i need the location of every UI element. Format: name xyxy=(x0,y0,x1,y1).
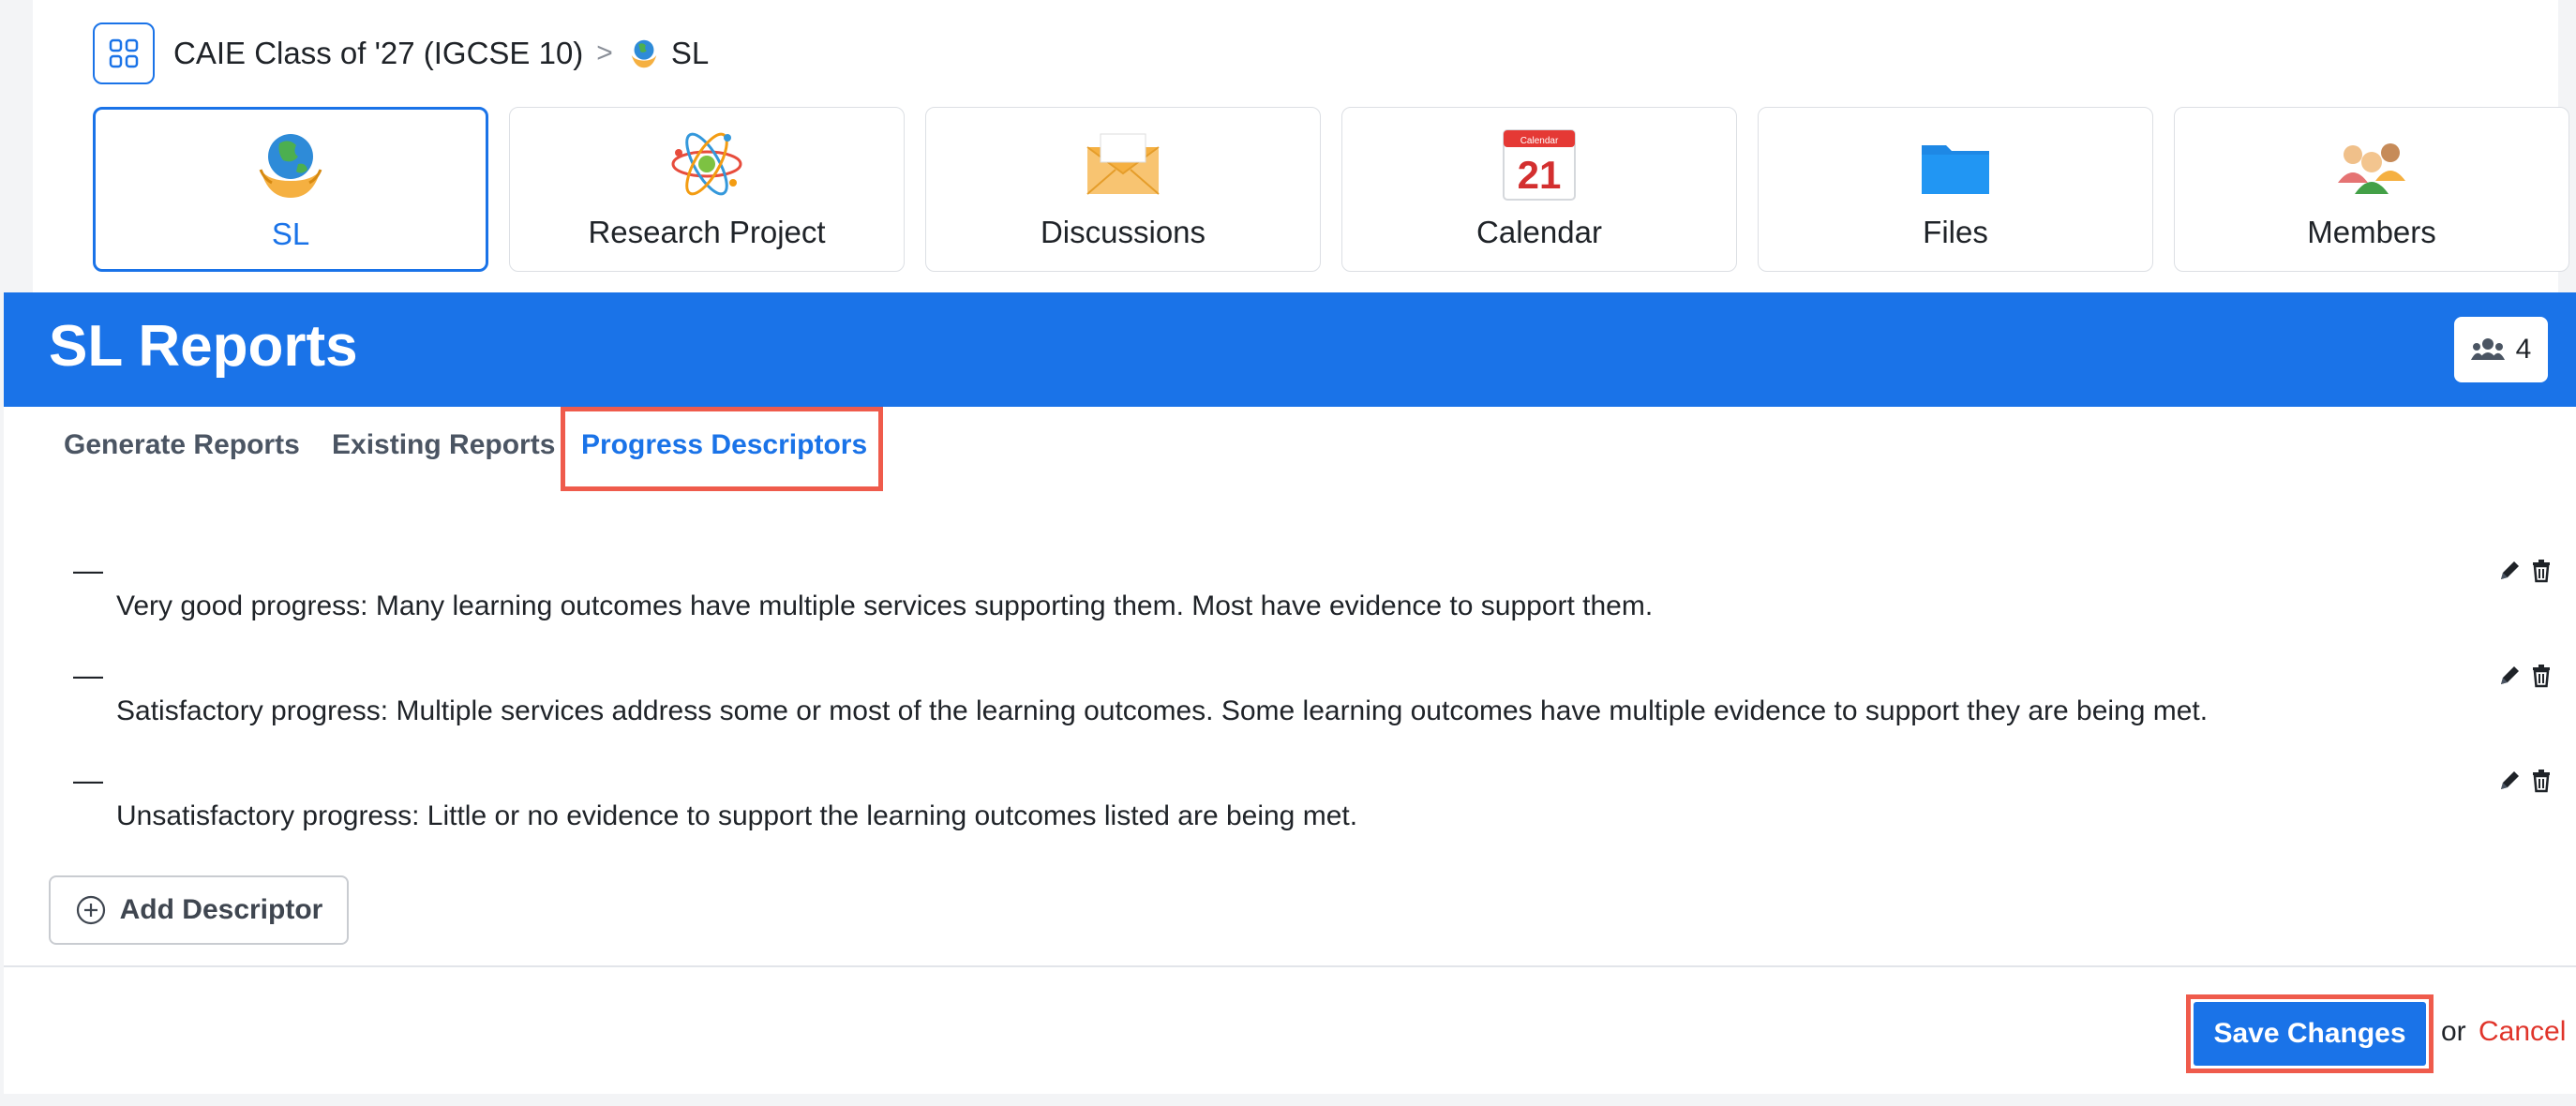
descriptor-item: — Unsatisfactory progress: Little or no … xyxy=(4,763,2576,868)
tab-existing-reports[interactable]: Existing Reports xyxy=(332,429,555,461)
add-descriptor-button[interactable]: Add Descriptor xyxy=(49,875,349,945)
course-tiles: SL Research Project Discussions Calendar… xyxy=(93,107,2569,272)
pencil-icon[interactable] xyxy=(2497,559,2522,583)
people-icon xyxy=(2338,143,2405,194)
plus-circle-icon xyxy=(76,895,105,925)
globe-hands-icon xyxy=(631,39,657,68)
tile-research-project[interactable]: Research Project xyxy=(509,107,905,272)
tile-files[interactable]: Files xyxy=(1758,107,2153,272)
members-count: 4 xyxy=(2515,334,2532,365)
tile-members[interactable]: Members xyxy=(2174,107,2569,272)
breadcrumb: CAIE Class of '27 (IGCSE 10) > SL xyxy=(93,21,709,86)
trash-icon[interactable] xyxy=(2529,664,2554,688)
calendar-day-text: 21 xyxy=(1518,153,1562,197)
descriptor-item: — Satisfactory progress: Multiple servic… xyxy=(4,658,2576,763)
descriptor-actions xyxy=(2497,769,2554,793)
trash-icon[interactable] xyxy=(2529,769,2554,793)
grid-icon xyxy=(109,38,139,68)
descriptor-dash: — xyxy=(73,763,103,797)
breadcrumb-current: SL xyxy=(670,36,710,70)
apps-grid-button[interactable] xyxy=(93,22,155,84)
tile-calendar[interactable]: Calendar 21 Calendar xyxy=(1341,107,1737,272)
tile-discussions[interactable]: Discussions xyxy=(925,107,1321,272)
descriptor-text: Satisfactory progress: Multiple services… xyxy=(116,695,2209,726)
descriptor-dash: — xyxy=(73,658,103,692)
calendar-header-text: Calendar xyxy=(1520,136,1559,146)
globe-hands-icon xyxy=(259,134,322,198)
descriptor-text: Very good progress: Many learning outcom… xyxy=(116,590,1654,621)
atom-icon xyxy=(671,132,742,196)
tab-generate-reports[interactable]: Generate Reports xyxy=(64,429,300,461)
breadcrumb-separator: > xyxy=(596,37,613,68)
breadcrumb-class-link[interactable]: CAIE Class of '27 (IGCSE 10) xyxy=(173,36,583,71)
tile-label: SL xyxy=(271,217,310,251)
page-title: SL Reports xyxy=(49,314,358,379)
report-tabs: Generate Reports Existing Reports Progre… xyxy=(4,407,2576,491)
reports-panel: SL Reports 4 Generate Reports Existing R… xyxy=(4,292,2576,1094)
tab-progress-descriptors[interactable]: Progress Descriptors xyxy=(581,429,867,461)
pencil-icon[interactable] xyxy=(2497,769,2522,793)
pencil-icon[interactable] xyxy=(2497,664,2522,688)
tile-label: Files xyxy=(1923,215,1988,249)
tile-label: Calendar xyxy=(1476,215,1602,249)
members-count-button[interactable]: 4 xyxy=(2454,317,2548,382)
save-changes-button[interactable]: Save Changes xyxy=(2194,1002,2426,1066)
calendar-icon: Calendar 21 xyxy=(1503,129,1576,201)
course-header: CAIE Class of '27 (IGCSE 10) > SL SL Res… xyxy=(33,0,2569,292)
tile-sl[interactable]: SL xyxy=(93,107,488,272)
cancel-link[interactable]: Cancel xyxy=(2479,1016,2566,1048)
add-descriptor-label: Add Descriptor xyxy=(119,894,323,925)
users-icon xyxy=(2470,338,2505,360)
descriptor-actions xyxy=(2497,559,2554,583)
tile-label: Members xyxy=(2307,215,2436,249)
tile-label: Discussions xyxy=(1040,215,1206,249)
or-text: or xyxy=(2441,1016,2466,1047)
tile-label: Research Project xyxy=(588,215,826,249)
trash-icon[interactable] xyxy=(2529,559,2554,583)
descriptor-text: Unsatisfactory progress: Little or no ev… xyxy=(116,800,1358,831)
envelope-icon xyxy=(1086,133,1160,195)
descriptor-actions xyxy=(2497,664,2554,688)
descriptor-item: — Very good progress: Many learning outc… xyxy=(4,553,2576,658)
folder-icon xyxy=(1922,145,1989,194)
descriptor-dash: — xyxy=(73,553,103,587)
footer-divider xyxy=(4,965,2576,967)
panel-header: SL Reports 4 xyxy=(4,292,2576,407)
